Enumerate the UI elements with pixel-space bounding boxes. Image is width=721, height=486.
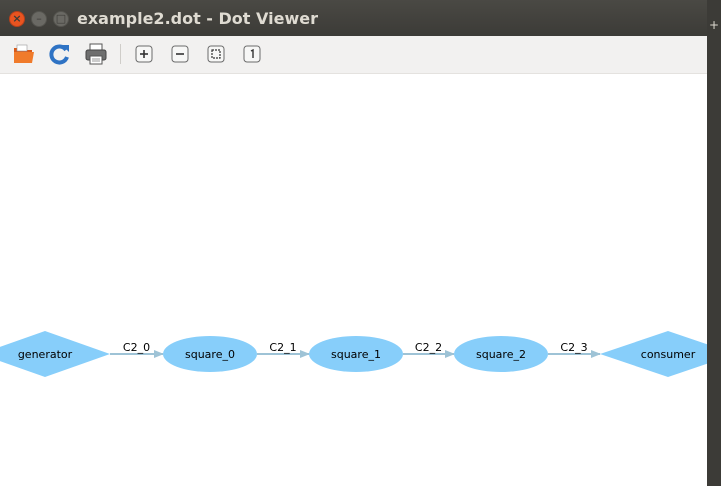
dot-viewer-window: × – □ example2.dot - Dot Viewer C2_0 C2_… <box>0 0 707 486</box>
reload-icon <box>49 44 69 65</box>
node-label-generator: generator <box>18 348 73 361</box>
zoom-100-button[interactable] <box>240 42 264 66</box>
node-label-consumer: consumer <box>641 348 696 361</box>
print-button[interactable] <box>84 42 108 66</box>
node-label-square_2: square_2 <box>476 348 526 361</box>
window-title: example2.dot - Dot Viewer <box>77 9 318 28</box>
maximize-window-button[interactable]: □ <box>53 11 69 27</box>
node-label-square_0: square_0 <box>185 348 235 361</box>
zoom-100-icon <box>243 45 261 63</box>
reload-button[interactable] <box>48 42 72 66</box>
zoom-out-icon <box>171 45 189 63</box>
toolbar-separator <box>120 44 121 64</box>
zoom-fit-button[interactable] <box>204 42 228 66</box>
plus-icon: + <box>709 18 720 32</box>
close-window-button[interactable]: × <box>9 11 25 27</box>
zoom-out-button[interactable] <box>168 42 192 66</box>
open-icon <box>14 44 34 63</box>
graph-drawing[interactable]: C2_0 C2_1 C2_2 C2_3 generator square_0 square… <box>0 74 707 486</box>
print-icon <box>85 43 107 65</box>
edge-label-C2_3: C2_3 <box>560 341 587 354</box>
open-button[interactable] <box>12 42 36 66</box>
graph-canvas[interactable]: C2_0 C2_1 C2_2 C2_3 generator square_0 square… <box>0 74 707 486</box>
edge-label-C2_2: C2_2 <box>415 341 442 354</box>
edge-label-C2_0: C2_0 <box>123 341 150 354</box>
toolbar <box>0 36 707 74</box>
zoom-in-icon <box>135 45 153 63</box>
zoom-fit-icon <box>207 45 225 63</box>
node-label-square_1: square_1 <box>331 348 381 361</box>
background-desktop-strip: + <box>707 0 721 486</box>
minimize-window-button[interactable]: – <box>31 11 47 27</box>
title-bar[interactable]: × – □ example2.dot - Dot Viewer <box>0 0 707 36</box>
edge-label-C2_1: C2_1 <box>269 341 296 354</box>
zoom-in-button[interactable] <box>132 42 156 66</box>
